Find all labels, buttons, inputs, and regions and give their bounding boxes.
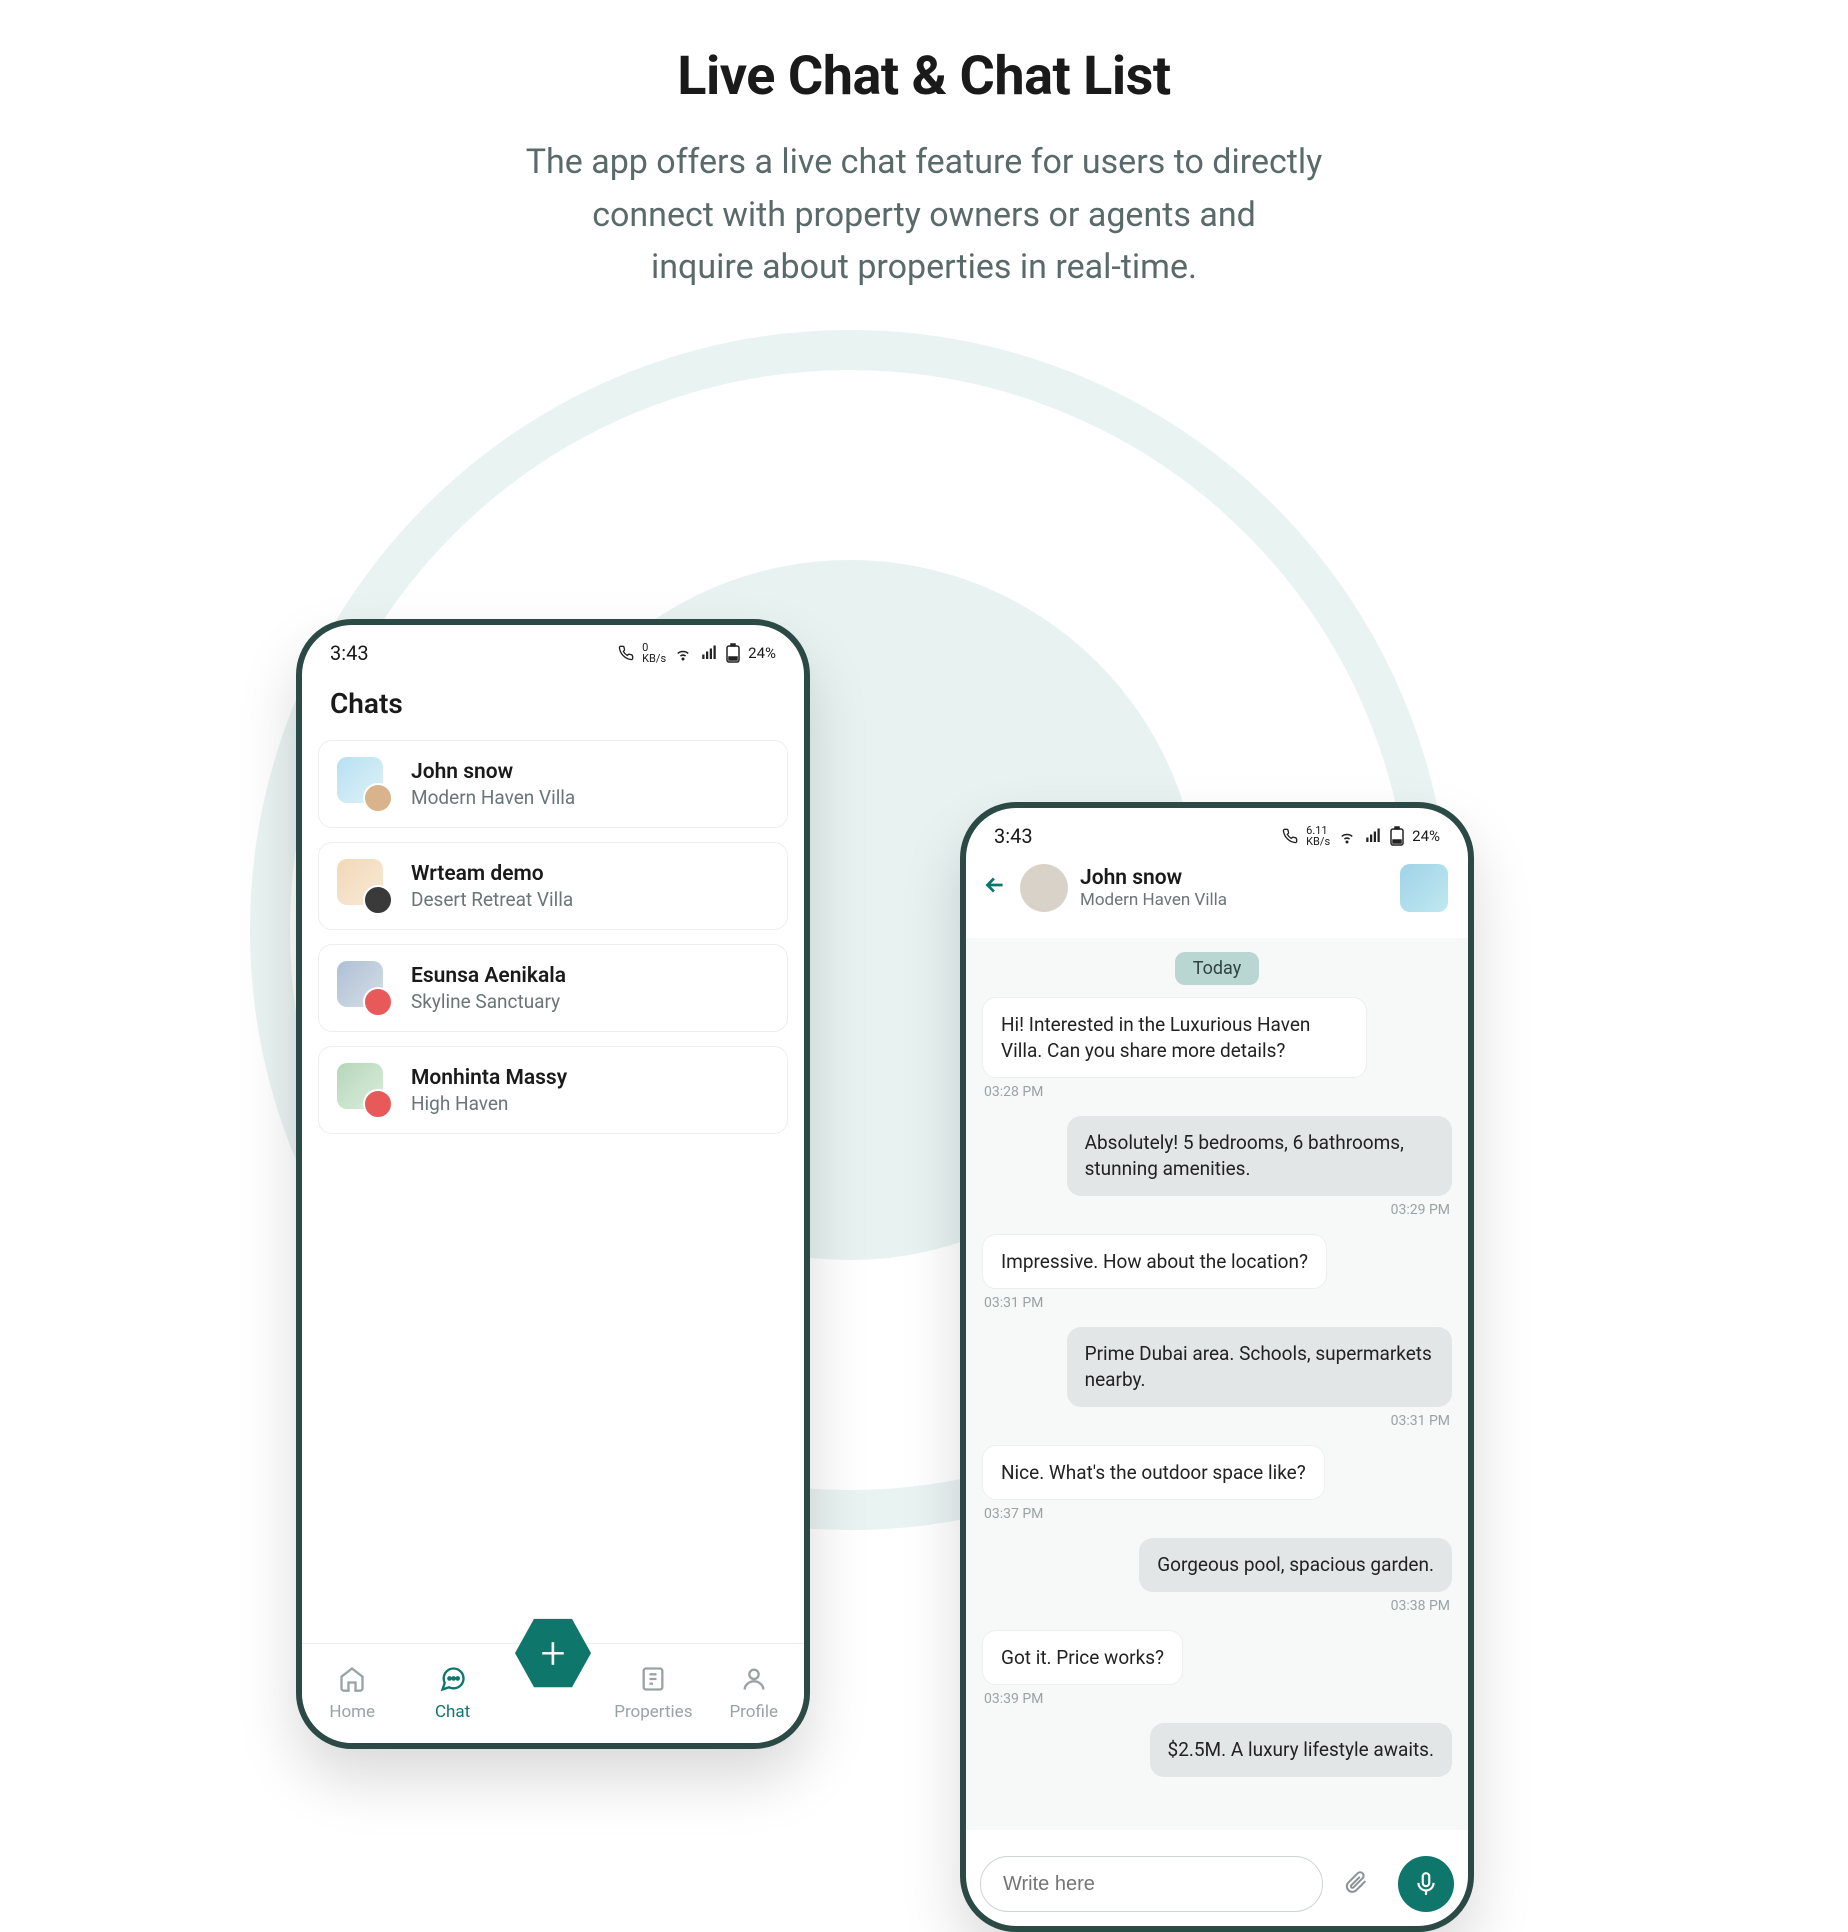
message-row: $2.5M. A luxury lifestyle awaits. bbox=[982, 1723, 1452, 1779]
avatar bbox=[337, 961, 391, 1015]
nav-label: Home bbox=[329, 1702, 375, 1722]
chat-subtitle: Skyline Sanctuary bbox=[411, 990, 566, 1013]
message-row: Nice. What's the outdoor space like? 03:… bbox=[982, 1445, 1452, 1533]
nav-home[interactable]: Home bbox=[312, 1665, 392, 1722]
chat-list: John snow Modern Haven Villa Wrteam demo… bbox=[302, 740, 804, 1134]
mic-icon bbox=[1413, 1871, 1439, 1897]
conversation-subtitle: Modern Haven Villa bbox=[1080, 890, 1227, 910]
bottom-nav: Home Chat . Properties Profile bbox=[302, 1643, 804, 1743]
message-sent[interactable]: Gorgeous pool, spacious garden. bbox=[1139, 1538, 1452, 1592]
message-received[interactable]: Got it. Price works? bbox=[982, 1630, 1183, 1686]
nav-chat[interactable]: Chat bbox=[413, 1665, 493, 1722]
desc-line: inquire about properties in real-time. bbox=[651, 247, 1197, 287]
desc-line: The app offers a live chat feature for u… bbox=[526, 142, 1323, 182]
message-row: Gorgeous pool, spacious garden. 03:38 PM bbox=[982, 1538, 1452, 1624]
message-time: 03:39 PM bbox=[984, 1691, 1043, 1707]
chat-name: Monhinta Massy bbox=[411, 1066, 567, 1090]
message-received[interactable]: Nice. What's the outdoor space like? bbox=[982, 1445, 1325, 1501]
message-received[interactable]: Impressive. How about the location? bbox=[982, 1234, 1327, 1290]
chat-list-item[interactable]: Monhinta Massy High Haven bbox=[318, 1046, 788, 1134]
battery-percent: 24% bbox=[748, 644, 776, 662]
screen-title: Chats bbox=[302, 673, 804, 740]
battery-percent: 24% bbox=[1412, 827, 1440, 845]
network-speed: 6.11KB/s bbox=[1306, 825, 1330, 847]
mic-button[interactable] bbox=[1398, 1856, 1454, 1912]
battery-icon bbox=[1390, 826, 1404, 846]
phone-chat-list: 3:43 0KB/s 24% Chats bbox=[296, 619, 810, 1749]
nav-label: Chat bbox=[435, 1702, 470, 1722]
nav-properties[interactable]: Properties bbox=[613, 1665, 693, 1722]
message-time: 03:38 PM bbox=[1391, 1598, 1450, 1614]
avatar bbox=[337, 859, 391, 913]
desc-line: connect with property owners or agents a… bbox=[592, 195, 1256, 235]
arrow-left-icon bbox=[982, 872, 1008, 898]
status-time: 3:43 bbox=[994, 824, 1033, 848]
avatar bbox=[337, 1063, 391, 1117]
call-icon bbox=[1282, 828, 1298, 844]
message-time: 03:31 PM bbox=[1391, 1413, 1450, 1429]
page-title: Live Chat & Chat List bbox=[0, 45, 1848, 108]
message-received[interactable]: Hi! Interested in the Luxurious Haven Vi… bbox=[982, 997, 1367, 1078]
message-time: 03:29 PM bbox=[1391, 1202, 1450, 1218]
message-row: Hi! Interested in the Luxurious Haven Vi… bbox=[982, 997, 1452, 1110]
message-row: Got it. Price works? 03:39 PM bbox=[982, 1630, 1452, 1718]
message-row: Absolutely! 5 bedrooms, 6 bathrooms, stu… bbox=[982, 1116, 1452, 1227]
message-time: 03:37 PM bbox=[984, 1506, 1043, 1522]
attach-button[interactable] bbox=[1344, 1870, 1368, 1898]
signal-icon bbox=[700, 644, 718, 662]
day-chip: Today bbox=[1175, 952, 1259, 985]
nav-label: Profile bbox=[729, 1702, 778, 1722]
property-thumbnail[interactable] bbox=[1400, 864, 1448, 912]
paperclip-icon bbox=[1344, 1870, 1368, 1894]
message-sent[interactable]: $2.5M. A luxury lifestyle awaits. bbox=[1150, 1723, 1452, 1777]
message-time: 03:28 PM bbox=[984, 1084, 1043, 1100]
network-speed: 0KB/s bbox=[642, 642, 666, 664]
chat-subtitle: Desert Retreat Villa bbox=[411, 888, 573, 911]
phone-conversation: 3:43 6.11KB/s 24% bbox=[960, 802, 1474, 1932]
conversation-header: John snow Modern Haven Villa bbox=[966, 856, 1468, 926]
message-sent[interactable]: Prime Dubai area. Schools, supermarkets … bbox=[1067, 1327, 1452, 1406]
home-icon bbox=[338, 1665, 366, 1698]
composer bbox=[980, 1856, 1454, 1912]
status-time: 3:43 bbox=[330, 641, 369, 665]
message-row: Impressive. How about the location? 03:3… bbox=[982, 1234, 1452, 1322]
message-row: Prime Dubai area. Schools, supermarkets … bbox=[982, 1327, 1452, 1438]
profile-icon bbox=[740, 1665, 768, 1698]
chat-name: Wrteam demo bbox=[411, 862, 573, 886]
call-icon bbox=[618, 645, 634, 661]
chat-name: John snow bbox=[411, 760, 575, 784]
chat-subtitle: Modern Haven Villa bbox=[411, 786, 575, 809]
plus-icon: + bbox=[541, 1627, 566, 1679]
fab-add-button[interactable]: + bbox=[515, 1615, 591, 1691]
back-button[interactable] bbox=[982, 872, 1008, 905]
conversation-body[interactable]: Today Hi! Interested in the Luxurious Ha… bbox=[966, 938, 1468, 1830]
status-bar: 3:43 0KB/s 24% bbox=[302, 625, 804, 673]
nav-profile[interactable]: Profile bbox=[714, 1665, 794, 1722]
chat-name: Esunsa Aenikala bbox=[411, 964, 566, 988]
message-time: 03:31 PM bbox=[984, 1295, 1043, 1311]
chat-list-item[interactable]: Wrteam demo Desert Retreat Villa bbox=[318, 842, 788, 930]
user-avatar[interactable] bbox=[1020, 864, 1068, 912]
nav-label: Properties bbox=[614, 1702, 692, 1722]
chat-icon bbox=[439, 1665, 467, 1698]
message-input[interactable] bbox=[980, 1856, 1323, 1912]
message-sent[interactable]: Absolutely! 5 bedrooms, 6 bathrooms, stu… bbox=[1067, 1116, 1452, 1195]
conversation-name: John snow bbox=[1080, 866, 1227, 890]
chat-list-item[interactable]: John snow Modern Haven Villa bbox=[318, 740, 788, 828]
chat-list-item[interactable]: Esunsa Aenikala Skyline Sanctuary bbox=[318, 944, 788, 1032]
chat-subtitle: High Haven bbox=[411, 1092, 567, 1115]
battery-icon bbox=[726, 643, 740, 663]
properties-icon bbox=[639, 1665, 667, 1698]
wifi-icon bbox=[674, 644, 692, 662]
signal-icon bbox=[1364, 827, 1382, 845]
wifi-icon bbox=[1338, 827, 1356, 845]
avatar bbox=[337, 757, 391, 811]
status-bar: 3:43 6.11KB/s 24% bbox=[966, 808, 1468, 856]
page-description: The app offers a live chat feature for u… bbox=[0, 136, 1848, 294]
